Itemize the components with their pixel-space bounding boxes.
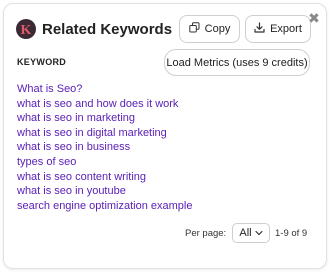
keyword-link[interactable]: what is seo in marketing — [17, 111, 193, 126]
keyword-list: What is Seo? what is seo and how does it… — [17, 82, 193, 213]
close-icon[interactable]: ✖ — [308, 11, 320, 25]
export-button[interactable]: Export — [245, 15, 311, 43]
keyword-link[interactable]: search engine optimization example — [17, 199, 193, 214]
logo-letter: K — [21, 23, 32, 36]
keyword-link[interactable]: types of seo — [17, 155, 193, 170]
pagination-range: 1-9 of 9 — [275, 228, 308, 239]
per-page-select[interactable]: All — [232, 223, 270, 243]
keyword-link[interactable]: what is seo and how does it work — [17, 97, 193, 112]
logo-icon: K — [16, 19, 36, 39]
related-keywords-panel: K Related Keywords Copy Export ✖ KEYWORD… — [3, 3, 327, 269]
load-metrics-label: Load Metrics (uses 9 credits) — [166, 56, 308, 69]
keyword-link[interactable]: What is Seo? — [17, 82, 193, 97]
chevron-down-icon — [255, 227, 263, 239]
keyword-link[interactable]: what is seo in youtube — [17, 184, 193, 199]
keyword-link[interactable]: what is seo in business — [17, 140, 193, 155]
panel-title: Related Keywords — [42, 21, 173, 38]
per-page-value: All — [239, 227, 252, 239]
keyword-link[interactable]: what is seo in digital marketing — [17, 126, 193, 141]
per-page-label: Per page: — [185, 228, 227, 239]
copy-button-label: Copy — [204, 23, 231, 35]
download-icon — [254, 22, 265, 36]
copy-icon — [188, 22, 200, 36]
export-button-label: Export — [270, 23, 302, 35]
copy-button[interactable]: Copy — [179, 15, 240, 43]
keyword-column-header: KEYWORD — [17, 57, 67, 67]
keyword-link[interactable]: what is seo content writing — [17, 170, 193, 185]
load-metrics-button[interactable]: Load Metrics (uses 9 credits) — [164, 49, 310, 76]
